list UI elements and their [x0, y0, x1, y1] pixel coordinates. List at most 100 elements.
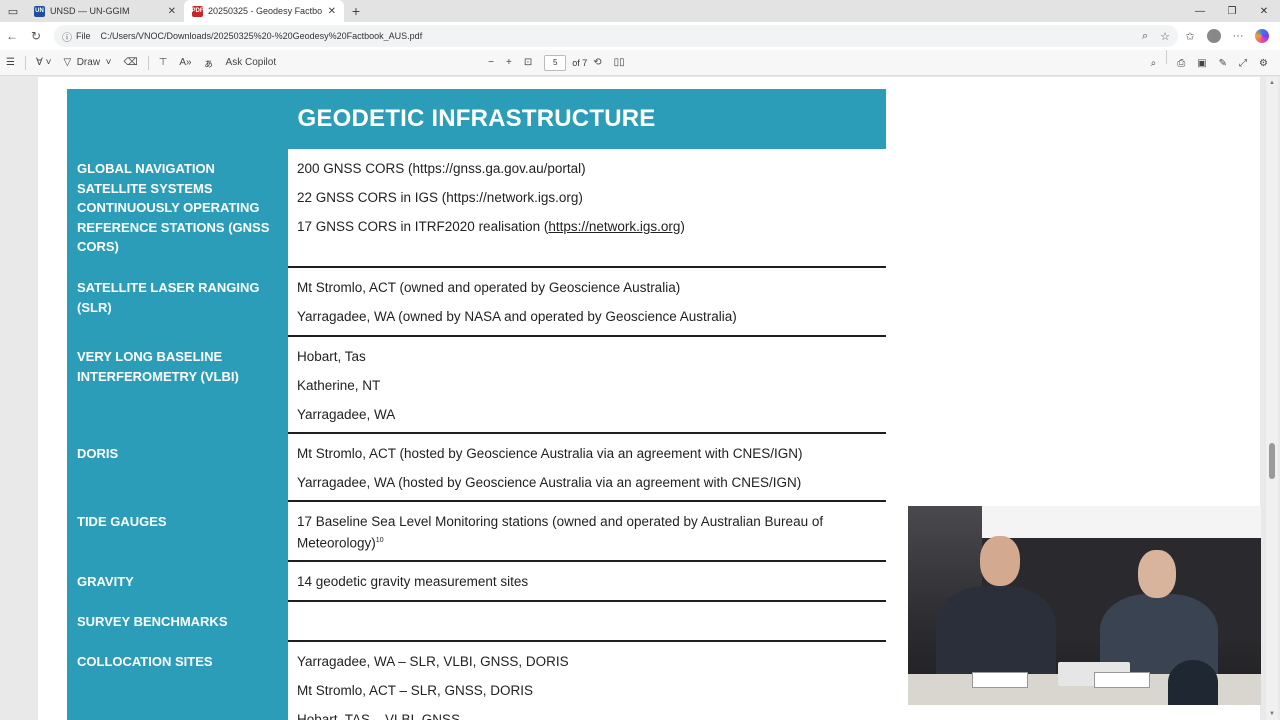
row-item: 17 GNSS CORS in ITRF2020 realisation (ht…	[297, 217, 886, 236]
vertical-scrollbar[interactable]: ▲ ▼	[1266, 77, 1278, 720]
favorites-icon[interactable]: ✩	[1178, 24, 1202, 48]
draw-icon: ▽	[63, 57, 72, 68]
row-item: 22 GNSS CORS in IGS (https://network.igs…	[297, 190, 583, 205]
close-window-icon[interactable]: ✕	[1248, 0, 1280, 22]
window-controls: — ❐ ✕	[1184, 0, 1280, 22]
speaker-right-head	[1138, 550, 1176, 598]
audience-head	[1168, 660, 1218, 705]
search-icon[interactable]: ⌕	[1145, 50, 1163, 76]
tab-actions-icon[interactable]: ▭	[0, 0, 26, 22]
zoom-icon[interactable]: ⌕	[1142, 30, 1148, 43]
restore-icon[interactable]: ❐	[1216, 0, 1248, 22]
draw-label: Draw	[76, 57, 101, 68]
row-item: Mt Stromlo, ACT – SLR, GNSS, DORIS	[297, 683, 534, 698]
page-view-icon[interactable]: ▯▯	[608, 50, 631, 76]
settings-icon[interactable]: ⚙	[1253, 50, 1274, 76]
profile-icon[interactable]	[1202, 24, 1226, 48]
favorite-star-icon[interactable]: ☆	[1160, 30, 1170, 43]
url-input[interactable]: ⓘ File C:/Users/VNOC/Downloads/20250325%…	[54, 25, 1178, 47]
tab-strip: ▭ UN UNSD — UN-GGIM ✕ PDF 20250325 - Geo…	[0, 0, 1280, 22]
page-number-input[interactable]: 5	[544, 54, 567, 71]
print-icon[interactable]: ⎙	[1171, 50, 1191, 76]
row-item: Mt Stromlo, ACT (owned and operated by G…	[297, 280, 681, 295]
footnote-marker: 10	[375, 537, 384, 544]
zoom-in-icon[interactable]: +	[500, 50, 518, 76]
divider	[24, 55, 26, 70]
scrollbar-thumb[interactable]	[1269, 443, 1275, 479]
row-item: Hobart, Tas	[297, 349, 366, 364]
table-row: COLLOCATION SITES Yarragadee, WA – SLR, …	[67, 642, 886, 720]
more-icon[interactable]: ···	[1226, 24, 1250, 48]
igs-network-link[interactable]: https://network.igs.org	[548, 219, 680, 234]
tab-unsd[interactable]: UN UNSD — UN-GGIM ✕	[26, 0, 184, 22]
nameplate-right	[1094, 672, 1150, 688]
row-item: Katherine, NT	[297, 378, 381, 393]
table-row: SURVEY BENCHMARKS	[67, 602, 886, 642]
row-item: Hobart, TAS – VLBI, GNSS	[297, 712, 461, 720]
row-item: Yarragadee, WA – SLR, VLBI, GNSS, DORIS	[297, 654, 569, 669]
row-cells: Mt Stromlo, ACT (hosted by Geoscience Au…	[288, 434, 886, 502]
row-item: 14 geodetic gravity measurement sites	[297, 574, 529, 589]
text-box-icon[interactable]: ⊤	[153, 50, 174, 76]
tab-geodesy-factbook[interactable]: PDF 20250325 - Geodesy Factbook_A ✕	[184, 0, 344, 22]
row-item: Yarragadee, WA	[297, 407, 396, 422]
row-label: SURVEY BENCHMARKS	[67, 602, 288, 642]
translate-icon[interactable]: ぁ	[198, 50, 220, 76]
minimize-icon[interactable]: —	[1184, 0, 1216, 22]
video-window-light	[982, 506, 1261, 538]
item-suffix: )	[680, 219, 685, 234]
rotate-icon[interactable]: ⟲	[587, 50, 607, 76]
divider	[1166, 50, 1168, 64]
table-row: TIDE GAUGES 17 Baseline Sea Level Monito…	[67, 502, 886, 562]
zoom-out-icon[interactable]: −	[482, 50, 500, 76]
read-aloud-icon[interactable]: A»	[173, 50, 197, 76]
erase-icon[interactable]: ⌫	[117, 50, 143, 76]
refresh-icon[interactable]: ↻	[24, 24, 48, 48]
nameplate-left	[972, 672, 1028, 688]
contents-icon[interactable]: ☰	[0, 50, 21, 76]
pdf-toolbar: ☰ ∀ ˅ ▽ Draw ˅ ⌫ ⊤ A» ぁ Ask Copilot − + …	[0, 50, 1280, 76]
row-label: VERY LONG BASELINE INTERFEROMETRY (VLBI)	[67, 337, 288, 434]
tab-title: 20250325 - Geodesy Factbook_A	[208, 6, 322, 16]
item-text: 17 Baseline Sea Level Monitoring station…	[297, 514, 824, 551]
row-cells: Yarragadee, WA – SLR, VLBI, GNSS, DORIS …	[288, 642, 886, 720]
close-tab-icon[interactable]: ✕	[328, 6, 336, 17]
row-item: Mt Stromlo, ACT (hosted by Geoscience Au…	[297, 446, 803, 461]
row-label: SATELLITE LASER RANGING (SLR)	[67, 268, 288, 337]
copilot-icon[interactable]	[1250, 24, 1274, 48]
save-icon[interactable]: ▣	[1191, 50, 1212, 76]
row-item: Yarragadee, WA (owned by NASA and operat…	[297, 309, 737, 324]
table-row: VERY LONG BASELINE INTERFEROMETRY (VLBI)…	[67, 337, 886, 434]
fullscreen-icon[interactable]: ⤢	[1233, 50, 1253, 76]
table-row: DORIS Mt Stromlo, ACT (hosted by Geoscie…	[67, 434, 886, 502]
scroll-up-icon[interactable]: ▲	[1266, 77, 1278, 89]
row-label: DORIS	[67, 434, 288, 502]
row-label: GLOBAL NAVIGATION SATELLITE SYSTEMS CONT…	[67, 149, 288, 268]
un-favicon-icon: UN	[34, 5, 45, 17]
table-row: SATELLITE LASER RANGING (SLR) Mt Stromlo…	[67, 268, 886, 337]
video-feed	[908, 506, 1261, 705]
row-item: 200 GNSS CORS (https://gnss.ga.gov.au/po…	[297, 161, 586, 176]
back-icon[interactable]: ←	[0, 24, 24, 48]
fit-page-icon[interactable]: ⊡	[518, 50, 538, 76]
row-label: GRAVITY	[67, 562, 288, 602]
page-total: of 7	[572, 57, 588, 68]
new-tab-icon[interactable]: +	[344, 0, 368, 22]
close-tab-icon[interactable]: ✕	[168, 6, 176, 17]
item-prefix: 17 GNSS CORS in ITRF2020 realisation (	[297, 219, 549, 234]
scroll-down-icon[interactable]: ▼	[1266, 708, 1278, 720]
row-label: COLLOCATION SITES	[67, 642, 288, 720]
ask-copilot-button[interactable]: Ask Copilot	[220, 50, 283, 76]
speaker-left	[936, 586, 1056, 686]
table-row: GLOBAL NAVIGATION SATELLITE SYSTEMS CONT…	[67, 149, 886, 268]
highlight-icon[interactable]: ∀ ˅	[30, 50, 57, 76]
row-cells: Mt Stromlo, ACT (owned and operated by G…	[288, 268, 886, 337]
pdf-favicon-icon: PDF	[192, 5, 204, 17]
row-label: TIDE GAUGES	[67, 502, 288, 562]
info-icon[interactable]: ⓘ	[62, 29, 72, 44]
row-cells: 17 Baseline Sea Level Monitoring station…	[288, 502, 886, 562]
draw-button[interactable]: ▽ Draw ˅	[57, 50, 117, 76]
speaker-left-head	[980, 536, 1020, 586]
url-text[interactable]: C:/Users/VNOC/Downloads/20250325%20-%20G…	[101, 31, 1130, 41]
save-as-icon[interactable]: ✎	[1213, 50, 1233, 76]
